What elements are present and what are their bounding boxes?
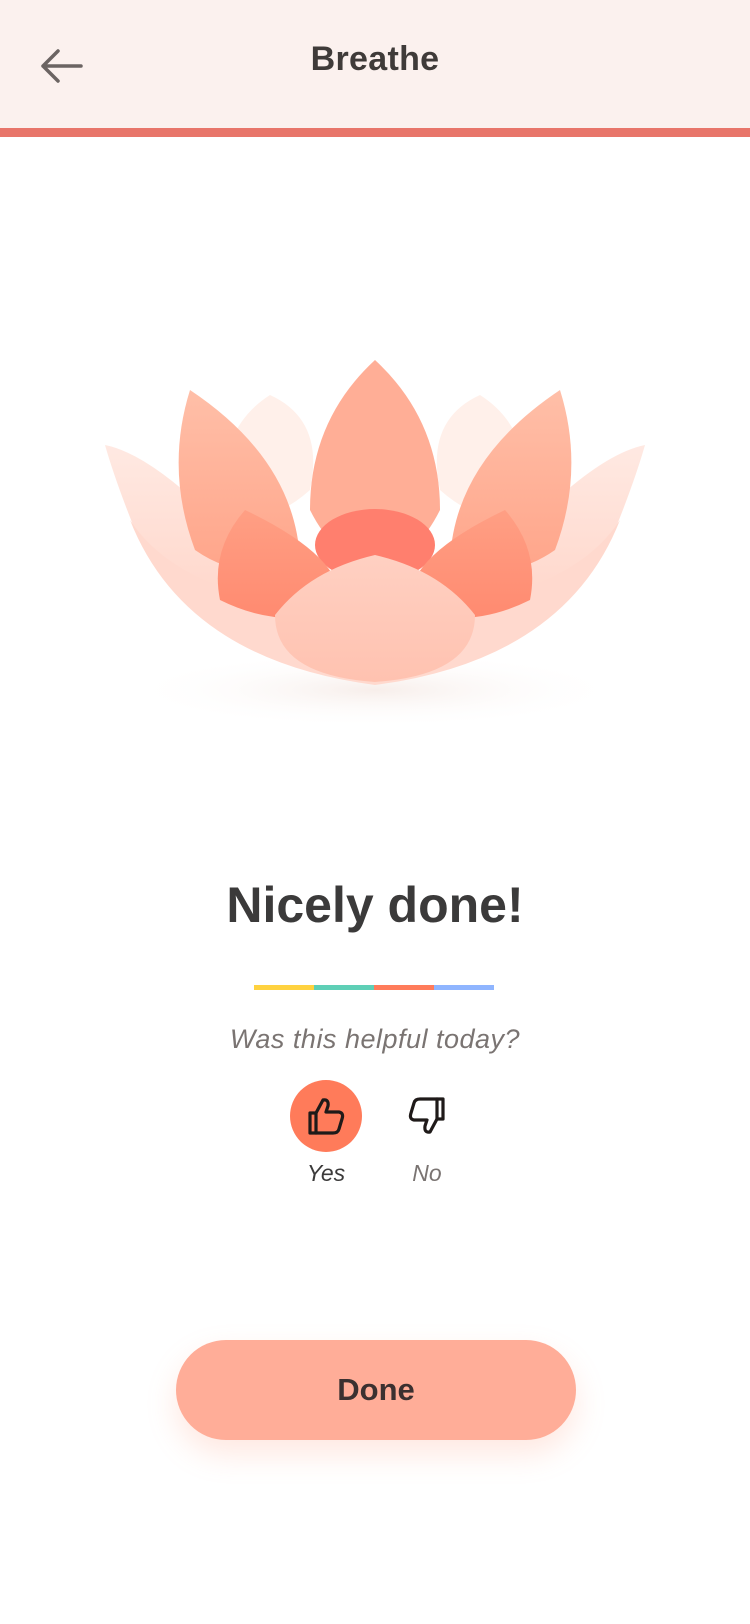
page-title: Breathe: [310, 40, 440, 78]
thumbs-down-icon: [408, 1097, 445, 1134]
yes-selected-circle: [290, 1080, 362, 1152]
stripe-teal: [314, 985, 374, 990]
yes-label: Yes: [306, 1160, 346, 1186]
no-label: No: [412, 1160, 442, 1186]
feedback-yes-button[interactable]: Yes: [290, 1080, 362, 1187]
stripe-yellow: [254, 985, 314, 990]
feedback-no-button[interactable]: No: [391, 1080, 463, 1187]
feedback-question: Was this helpful today?: [229, 1024, 521, 1054]
header-accent-bar: [0, 128, 750, 137]
stripe-blue: [434, 985, 494, 990]
thumbs-up-icon: [308, 1098, 345, 1135]
stripe-coral: [374, 985, 434, 990]
lotus-flower-illustration: [105, 360, 645, 728]
no-circle: [391, 1080, 463, 1152]
color-stripe-divider: [254, 985, 494, 990]
completion-headline: Nicely done!: [226, 877, 524, 933]
done-button[interactable]: Done: [176, 1340, 576, 1440]
header: Breathe: [0, 0, 750, 128]
